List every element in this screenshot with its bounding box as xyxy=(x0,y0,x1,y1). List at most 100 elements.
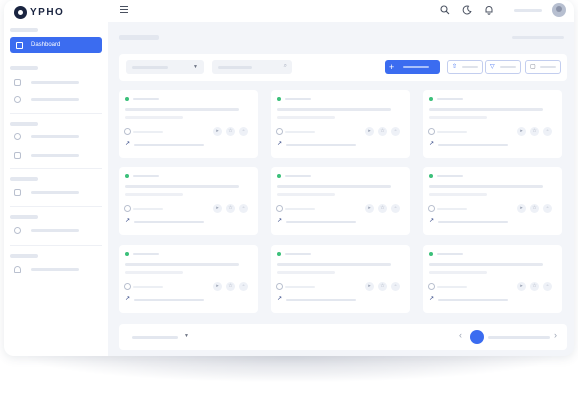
filter-select[interactable]: ▼ xyxy=(126,60,204,74)
card-meta-placeholder xyxy=(286,144,356,146)
add-button[interactable]: + xyxy=(385,60,440,74)
trash-icon[interactable]: ▫ xyxy=(391,282,400,291)
card-tag-placeholder xyxy=(285,98,311,100)
star-icon[interactable]: ☆ xyxy=(226,204,235,213)
add-button-label-placeholder xyxy=(403,66,429,68)
card-subtitle-placeholder xyxy=(429,193,487,196)
status-dot xyxy=(277,174,281,178)
sidebar-item[interactable] xyxy=(10,186,102,198)
trash-icon[interactable]: ▫ xyxy=(239,204,248,213)
card-title-placeholder xyxy=(125,185,239,188)
calendar-icon xyxy=(14,188,21,196)
star-icon[interactable]: ☆ xyxy=(226,282,235,291)
card-subtitle-placeholder xyxy=(277,116,335,119)
star-icon[interactable]: ☆ xyxy=(530,282,539,291)
card-title-placeholder xyxy=(277,108,391,111)
trend-arrow-icon: ↗ xyxy=(125,296,131,302)
project-card[interactable]: ▸ ☆ ▫ ↗ xyxy=(423,167,562,235)
sidebar-item[interactable] xyxy=(10,93,102,105)
bell-icon[interactable] xyxy=(484,5,494,15)
play-icon[interactable]: ▸ xyxy=(517,204,526,213)
project-card[interactable]: ▸ ☆ ▫ ↗ xyxy=(423,90,562,158)
avatar[interactable] xyxy=(552,3,566,17)
app-window: YPHO Dashboard ▼ ⌕ + ⇧ ▽ ▢ ▸ ☆ ▫ ↗ ▸ ☆ ▫… xyxy=(4,0,574,356)
chevron-right-icon[interactable]: › xyxy=(554,330,557,340)
play-icon[interactable]: ▸ xyxy=(213,282,222,291)
project-card[interactable]: ▸ ☆ ▫ ↗ xyxy=(271,90,410,158)
star-icon[interactable]: ☆ xyxy=(530,204,539,213)
sidebar-item[interactable] xyxy=(10,263,102,275)
search-input[interactable]: ⌕ xyxy=(212,60,292,74)
project-card[interactable]: ▸ ☆ ▫ ↗ xyxy=(271,167,410,235)
card-tag-placeholder xyxy=(437,253,463,255)
star-icon[interactable]: ☆ xyxy=(378,127,387,136)
logo-text: YPHO xyxy=(30,6,65,18)
sidebar-item-label-placeholder xyxy=(31,153,79,157)
user-name-placeholder xyxy=(514,9,542,12)
play-icon[interactable]: ▸ xyxy=(517,282,526,291)
menu-icon[interactable] xyxy=(120,6,128,14)
delete-button[interactable]: ▢ xyxy=(525,60,561,74)
trash-icon[interactable]: ▫ xyxy=(543,282,552,291)
play-icon[interactable]: ▸ xyxy=(213,127,222,136)
trash-icon[interactable]: ▫ xyxy=(543,204,552,213)
card-date-placeholder xyxy=(133,286,163,288)
card-title-placeholder xyxy=(429,263,543,266)
card-subtitle-placeholder xyxy=(125,116,183,119)
page-title xyxy=(119,35,159,40)
star-icon[interactable]: ☆ xyxy=(530,127,539,136)
search-icon[interactable] xyxy=(440,5,450,15)
sidebar-item-dashboard[interactable]: Dashboard xyxy=(10,37,102,53)
chevron-down-icon[interactable]: ▼ xyxy=(184,333,189,339)
filter-button[interactable]: ▽ xyxy=(485,60,521,74)
upload-button[interactable]: ⇧ xyxy=(447,60,483,74)
star-icon[interactable]: ☆ xyxy=(226,127,235,136)
clock-icon xyxy=(124,283,131,290)
play-icon[interactable]: ▸ xyxy=(213,204,222,213)
play-icon[interactable]: ▸ xyxy=(365,282,374,291)
play-icon[interactable]: ▸ xyxy=(365,127,374,136)
nav-section-heading xyxy=(10,254,38,258)
trash-icon[interactable]: ▫ xyxy=(239,282,248,291)
trash-icon[interactable]: ▫ xyxy=(543,127,552,136)
card-meta-placeholder xyxy=(438,299,508,301)
sidebar-item[interactable] xyxy=(10,76,102,88)
project-card[interactable]: ▸ ☆ ▫ ↗ xyxy=(423,245,562,313)
card-tag-placeholder xyxy=(437,175,463,177)
card-date-placeholder xyxy=(285,208,315,210)
page-size-placeholder[interactable] xyxy=(132,336,178,339)
sidebar-item[interactable] xyxy=(10,149,102,161)
card-title-placeholder xyxy=(429,108,543,111)
play-icon[interactable]: ▸ xyxy=(365,204,374,213)
breadcrumb xyxy=(512,36,564,39)
project-card[interactable]: ▸ ☆ ▫ ↗ xyxy=(119,245,258,313)
card-title-placeholder xyxy=(277,263,391,266)
card-meta-placeholder xyxy=(134,299,204,301)
logo[interactable]: YPHO xyxy=(14,5,64,19)
sidebar-item[interactable] xyxy=(10,130,102,142)
card-meta-placeholder xyxy=(438,144,508,146)
trash-icon[interactable]: ▫ xyxy=(391,127,400,136)
trend-arrow-icon: ↗ xyxy=(429,218,435,224)
trash-icon[interactable]: ▫ xyxy=(239,127,248,136)
sidebar-item[interactable] xyxy=(10,224,102,236)
card-date-placeholder xyxy=(133,208,163,210)
status-dot xyxy=(125,252,129,256)
current-page-indicator[interactable] xyxy=(470,330,484,344)
clock-icon xyxy=(276,205,283,212)
project-card[interactable]: ▸ ☆ ▫ ↗ xyxy=(119,167,258,235)
project-card[interactable]: ▸ ☆ ▫ ↗ xyxy=(271,245,410,313)
trash-icon[interactable]: ▫ xyxy=(391,204,400,213)
status-dot xyxy=(277,252,281,256)
card-meta-placeholder xyxy=(286,221,356,223)
moon-icon[interactable] xyxy=(462,5,472,15)
card-date-placeholder xyxy=(285,131,315,133)
search-icon: ⌕ xyxy=(283,63,287,69)
play-icon[interactable]: ▸ xyxy=(517,127,526,136)
trend-arrow-icon: ↗ xyxy=(277,296,283,302)
chevron-left-icon[interactable]: ‹ xyxy=(459,330,462,340)
search-placeholder xyxy=(218,66,252,69)
project-card[interactable]: ▸ ☆ ▫ ↗ xyxy=(119,90,258,158)
star-icon[interactable]: ☆ xyxy=(378,282,387,291)
star-icon[interactable]: ☆ xyxy=(378,204,387,213)
